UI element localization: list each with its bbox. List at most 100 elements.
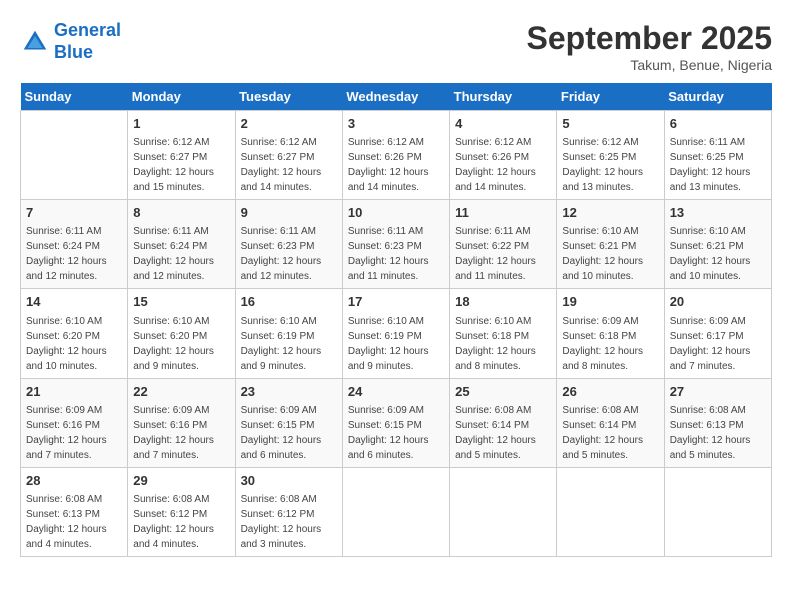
day-detail: Sunrise: 6:11 AM Sunset: 6:24 PM Dayligh… — [26, 224, 122, 284]
day-detail: Sunrise: 6:11 AM Sunset: 6:22 PM Dayligh… — [455, 224, 551, 284]
calendar-cell — [557, 467, 664, 556]
day-detail: Sunrise: 6:11 AM Sunset: 6:24 PM Dayligh… — [133, 224, 229, 284]
day-number: 2 — [241, 115, 337, 133]
day-number: 16 — [241, 293, 337, 311]
location: Takum, Benue, Nigeria — [527, 57, 772, 73]
calendar-cell: 11Sunrise: 6:11 AM Sunset: 6:22 PM Dayli… — [450, 200, 557, 289]
weekday-header-thursday: Thursday — [450, 83, 557, 111]
calendar-cell: 23 Sunrise: 6:09 AM Sunset: 6:15 PM Dayli… — [235, 378, 342, 467]
weekday-header-monday: Monday — [128, 83, 235, 111]
calendar-cell: 4 Sunrise: 6:12 AM Sunset: 6:26 PM Daylig… — [450, 111, 557, 200]
day-number: 8 — [133, 204, 229, 222]
day-detail: Sunrise: 6:09 AM Sunset: 6:16 PM Dayligh… — [26, 403, 122, 463]
calendar-cell: 21Sunrise: 6:09 AM Sunset: 6:16 PM Dayli… — [21, 378, 128, 467]
day-number: 26 — [562, 383, 658, 401]
day-detail: Sunrise: 6:08 AM Sunset: 6:14 PM Dayligh… — [562, 403, 658, 463]
calendar-cell: 20 Sunrise: 6:09 AM Sunset: 6:17 PM Dayli… — [664, 289, 771, 378]
calendar-cell: 13 Sunrise: 6:10 AM Sunset: 6:21 PM Dayli… — [664, 200, 771, 289]
month-info: September 2025 Takum, Benue, Nigeria — [527, 20, 772, 73]
weekday-header-tuesday: Tuesday — [235, 83, 342, 111]
calendar-cell: 18Sunrise: 6:10 AM Sunset: 6:18 PM Dayli… — [450, 289, 557, 378]
calendar-cell: 9 Sunrise: 6:11 AM Sunset: 6:23 PM Daylig… — [235, 200, 342, 289]
calendar-cell: 7Sunrise: 6:11 AM Sunset: 6:24 PM Daylig… — [21, 200, 128, 289]
calendar-week-4: 21Sunrise: 6:09 AM Sunset: 6:16 PM Dayli… — [21, 378, 772, 467]
weekday-header-row: SundayMondayTuesdayWednesdayThursdayFrid… — [21, 83, 772, 111]
day-detail: Sunrise: 6:11 AM Sunset: 6:23 PM Dayligh… — [348, 224, 444, 284]
calendar-cell — [21, 111, 128, 200]
calendar-cell: 16 Sunrise: 6:10 AM Sunset: 6:19 PM Dayli… — [235, 289, 342, 378]
calendar-cell: 26 Sunrise: 6:08 AM Sunset: 6:14 PM Dayli… — [557, 378, 664, 467]
day-number: 9 — [241, 204, 337, 222]
calendar-cell: 14Sunrise: 6:10 AM Sunset: 6:20 PM Dayli… — [21, 289, 128, 378]
day-detail: Sunrise: 6:10 AM Sunset: 6:18 PM Dayligh… — [455, 314, 551, 374]
calendar-cell: 2 Sunrise: 6:12 AM Sunset: 6:27 PM Daylig… — [235, 111, 342, 200]
day-detail: Sunrise: 6:10 AM Sunset: 6:20 PM Dayligh… — [26, 314, 122, 374]
day-detail: Sunrise: 6:08 AM Sunset: 6:14 PM Dayligh… — [455, 403, 551, 463]
day-number: 13 — [670, 204, 766, 222]
day-number: 6 — [670, 115, 766, 133]
calendar-cell: 5Sunrise: 6:12 AM Sunset: 6:25 PM Daylig… — [557, 111, 664, 200]
logo-icon — [20, 27, 50, 57]
day-number: 4 — [455, 115, 551, 133]
logo: General Blue — [20, 20, 121, 63]
day-number: 22 — [133, 383, 229, 401]
day-number: 10 — [348, 204, 444, 222]
day-number: 20 — [670, 293, 766, 311]
day-detail: Sunrise: 6:09 AM Sunset: 6:18 PM Dayligh… — [562, 314, 658, 374]
day-number: 5 — [562, 115, 658, 133]
day-number: 15 — [133, 293, 229, 311]
calendar-cell — [664, 467, 771, 556]
page-header: General Blue September 2025 Takum, Benue… — [20, 20, 772, 73]
calendar-cell: 1Sunrise: 6:12 AM Sunset: 6:27 PM Daylig… — [128, 111, 235, 200]
day-detail: Sunrise: 6:09 AM Sunset: 6:15 PM Dayligh… — [348, 403, 444, 463]
day-detail: Sunrise: 6:10 AM Sunset: 6:19 PM Dayligh… — [241, 314, 337, 374]
day-number: 23 — [241, 383, 337, 401]
day-number: 1 — [133, 115, 229, 133]
calendar-cell — [450, 467, 557, 556]
day-detail: Sunrise: 6:08 AM Sunset: 6:12 PM Dayligh… — [241, 492, 337, 552]
calendar-cell: 8 Sunrise: 6:11 AM Sunset: 6:24 PM Daylig… — [128, 200, 235, 289]
calendar-cell: 22 Sunrise: 6:09 AM Sunset: 6:16 PM Dayli… — [128, 378, 235, 467]
day-detail: Sunrise: 6:11 AM Sunset: 6:25 PM Dayligh… — [670, 135, 766, 195]
weekday-header-wednesday: Wednesday — [342, 83, 449, 111]
day-number: 17 — [348, 293, 444, 311]
day-number: 30 — [241, 472, 337, 490]
calendar-week-2: 7Sunrise: 6:11 AM Sunset: 6:24 PM Daylig… — [21, 200, 772, 289]
logo-blue: Blue — [54, 42, 93, 62]
calendar-week-5: 28 Sunrise: 6:08 AM Sunset: 6:13 PM Dayli… — [21, 467, 772, 556]
day-number: 12 — [562, 204, 658, 222]
day-detail: Sunrise: 6:09 AM Sunset: 6:17 PM Dayligh… — [670, 314, 766, 374]
calendar-cell: 3 Sunrise: 6:12 AM Sunset: 6:26 PM Daylig… — [342, 111, 449, 200]
day-number: 19 — [562, 293, 658, 311]
calendar-cell: 29Sunrise: 6:08 AM Sunset: 6:12 PM Dayli… — [128, 467, 235, 556]
logo-text: General Blue — [54, 20, 121, 63]
month-title: September 2025 — [527, 20, 772, 57]
day-number: 29 — [133, 472, 229, 490]
day-detail: Sunrise: 6:11 AM Sunset: 6:23 PM Dayligh… — [241, 224, 337, 284]
day-number: 24 — [348, 383, 444, 401]
day-number: 27 — [670, 383, 766, 401]
calendar-cell: 28 Sunrise: 6:08 AM Sunset: 6:13 PM Dayli… — [21, 467, 128, 556]
day-detail: Sunrise: 6:10 AM Sunset: 6:20 PM Dayligh… — [133, 314, 229, 374]
calendar-cell: 12 Sunrise: 6:10 AM Sunset: 6:21 PM Dayli… — [557, 200, 664, 289]
day-number: 25 — [455, 383, 551, 401]
day-number: 3 — [348, 115, 444, 133]
logo-general: General — [54, 20, 121, 40]
day-detail: Sunrise: 6:12 AM Sunset: 6:26 PM Dayligh… — [455, 135, 551, 195]
day-detail: Sunrise: 6:10 AM Sunset: 6:21 PM Dayligh… — [562, 224, 658, 284]
day-detail: Sunrise: 6:09 AM Sunset: 6:15 PM Dayligh… — [241, 403, 337, 463]
calendar-cell: 30 Sunrise: 6:08 AM Sunset: 6:12 PM Dayli… — [235, 467, 342, 556]
day-detail: Sunrise: 6:10 AM Sunset: 6:21 PM Dayligh… — [670, 224, 766, 284]
calendar-cell: 24 Sunrise: 6:09 AM Sunset: 6:15 PM Dayli… — [342, 378, 449, 467]
day-detail: Sunrise: 6:08 AM Sunset: 6:13 PM Dayligh… — [26, 492, 122, 552]
weekday-header-sunday: Sunday — [21, 83, 128, 111]
day-detail: Sunrise: 6:09 AM Sunset: 6:16 PM Dayligh… — [133, 403, 229, 463]
day-number: 28 — [26, 472, 122, 490]
calendar-table: SundayMondayTuesdayWednesdayThursdayFrid… — [20, 83, 772, 557]
calendar-week-1: 1 Sunrise: 6:12 AM Sunset: 6:27 PM Daylig… — [21, 111, 772, 200]
day-detail: Sunrise: 6:12 AM Sunset: 6:27 PM Dayligh… — [241, 135, 337, 195]
calendar-cell: 6 Sunrise: 6:11 AM Sunset: 6:25 PM Daylig… — [664, 111, 771, 200]
calendar-cell: 15 Sunrise: 6:10 AM Sunset: 6:20 PM Dayli… — [128, 289, 235, 378]
day-detail: Sunrise: 6:12 AM Sunset: 6:26 PM Dayligh… — [348, 135, 444, 195]
weekday-header-friday: Friday — [557, 83, 664, 111]
